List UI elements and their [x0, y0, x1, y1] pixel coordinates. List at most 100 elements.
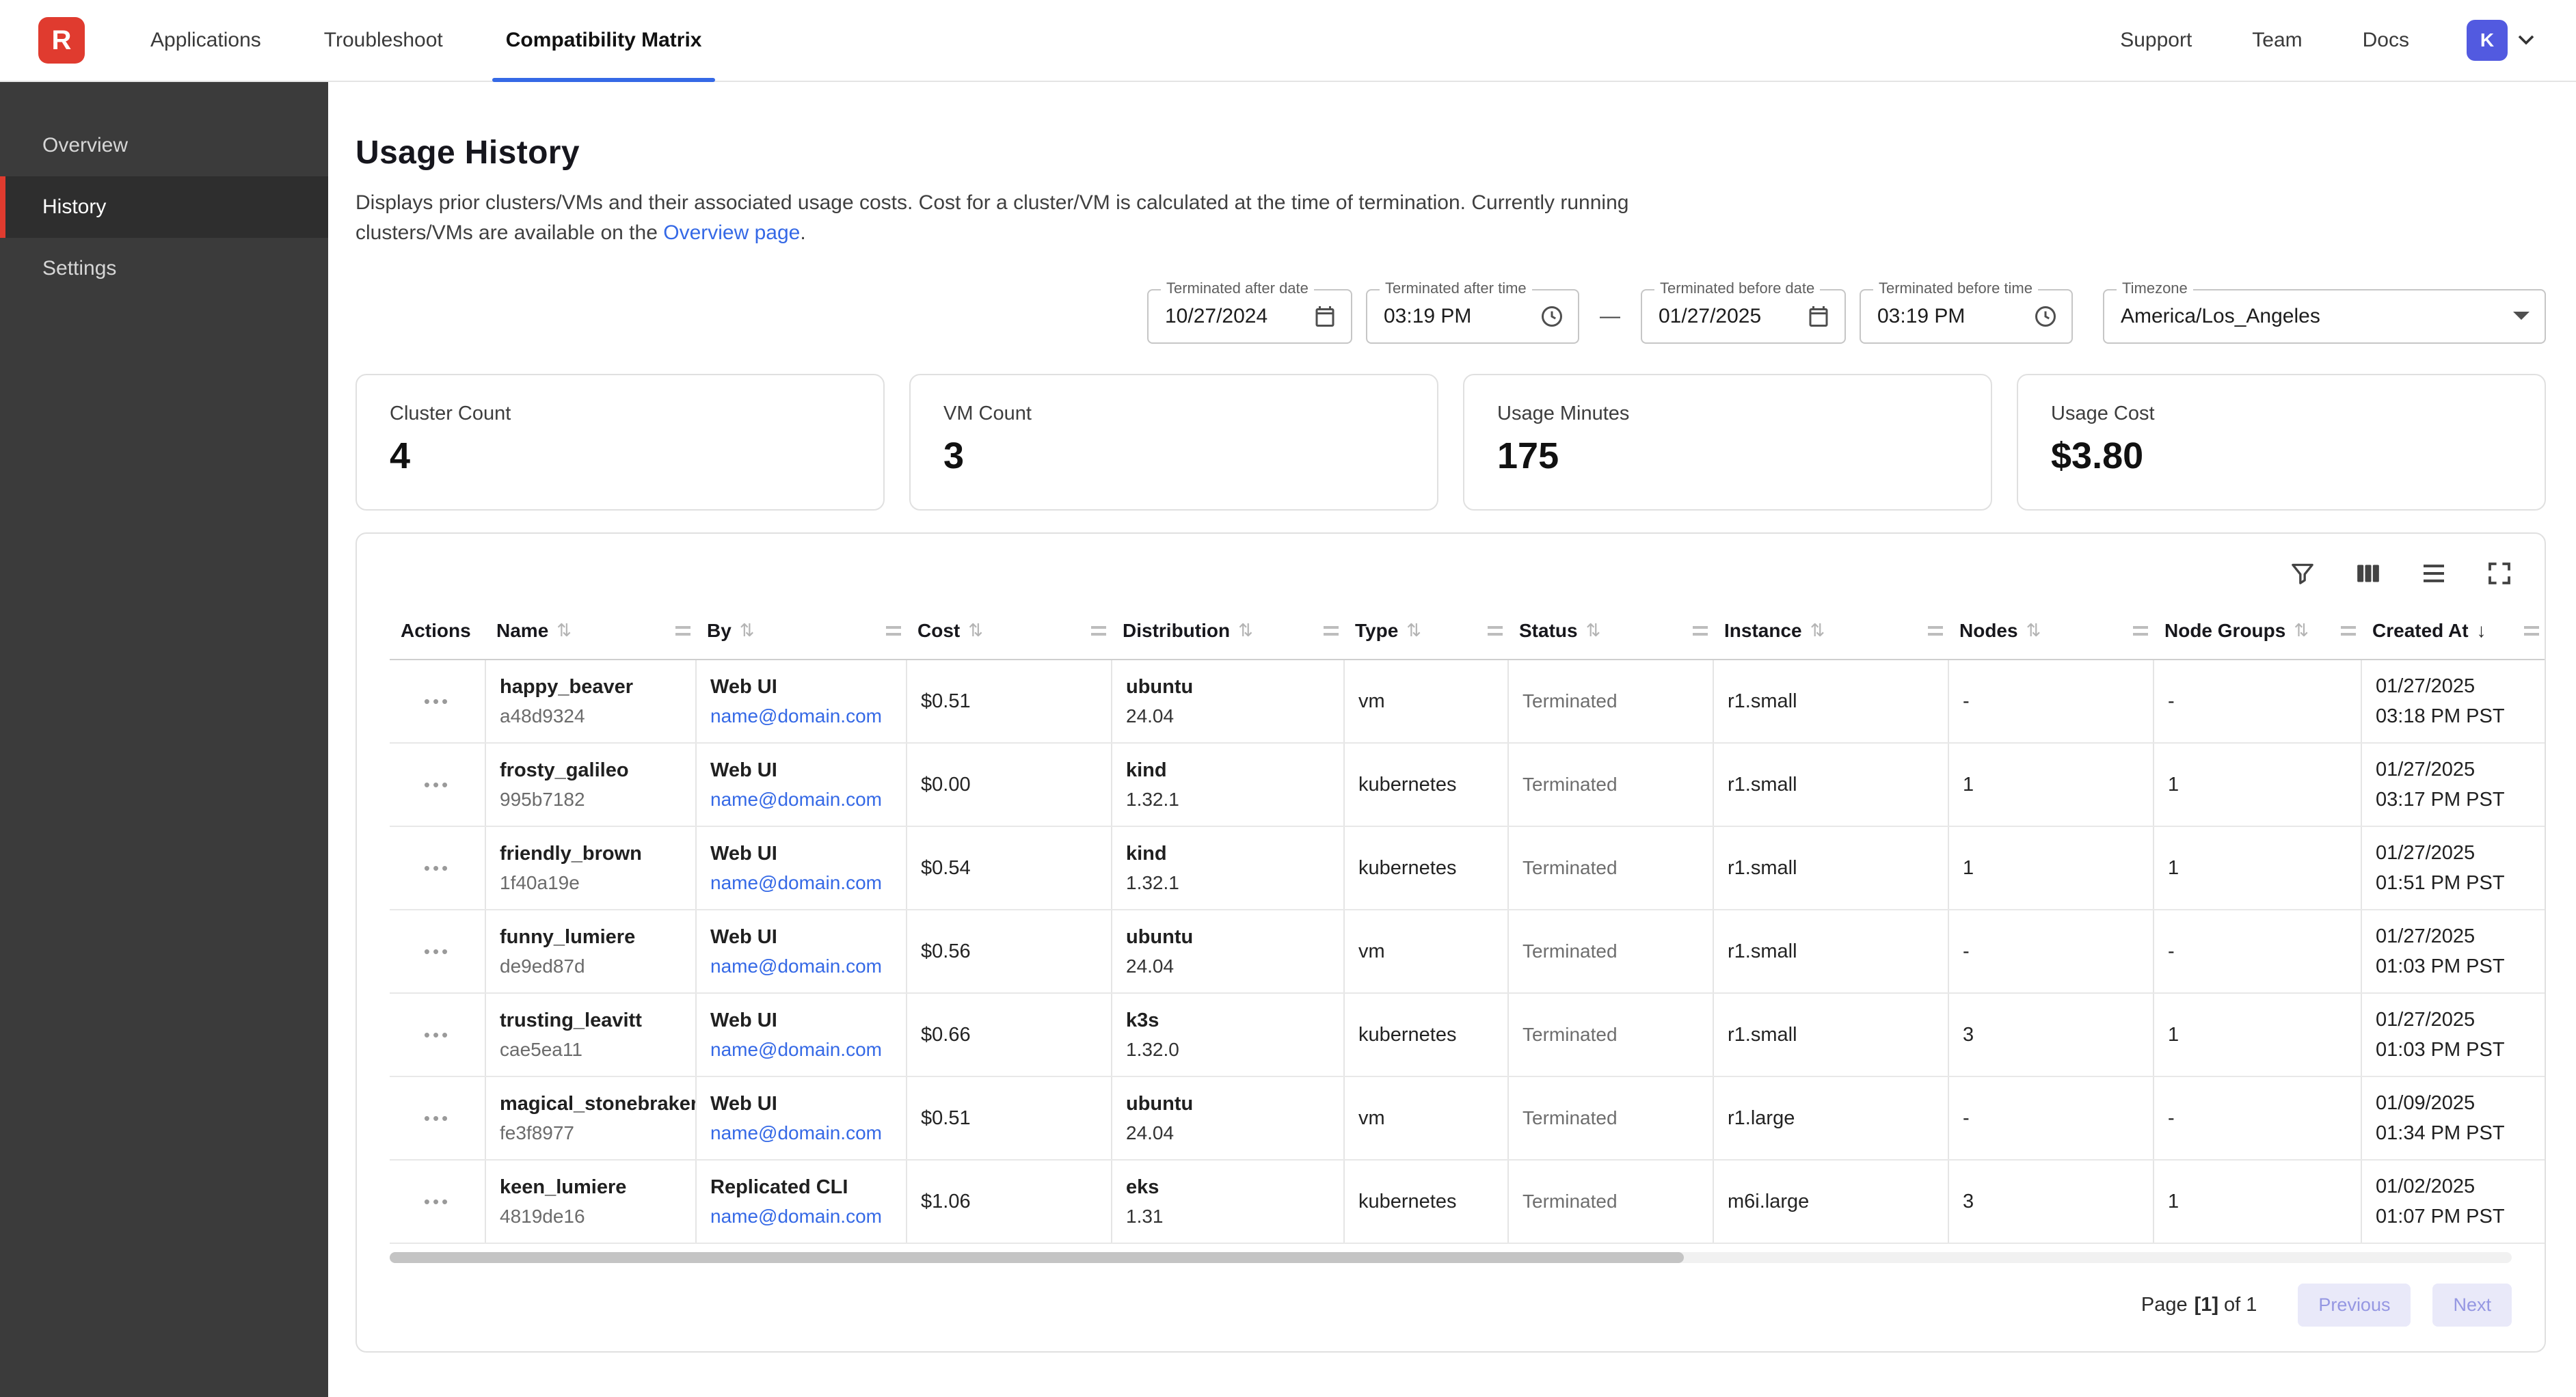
column-resize-handle[interactable] [1928, 626, 1943, 636]
fullscreen-icon[interactable] [2484, 558, 2514, 588]
timezone-value[interactable]: America/Los_Angeles [2121, 305, 2501, 328]
terminated-before-time-field[interactable]: Terminated before time 03:19 PM [1860, 289, 2073, 344]
column-resize-handle[interactable] [2341, 626, 2356, 636]
sort-icon[interactable]: ⇅ [740, 620, 755, 641]
sort-icon[interactable]: ⇅ [1406, 620, 1421, 641]
sort-icon[interactable]: ⇅ [556, 620, 572, 641]
col-header-type[interactable]: Type⇅ [1344, 602, 1508, 660]
filter-icon[interactable] [2287, 558, 2318, 588]
col-header-instance[interactable]: Instance⇅ [1713, 602, 1948, 660]
col-header-created-at[interactable]: Created At↓ [2361, 602, 2545, 660]
col-label: Status [1519, 620, 1578, 642]
col-header-node-groups[interactable]: Node Groups⇅ [2154, 602, 2361, 660]
creator-email-link[interactable]: name@domain.com [710, 1039, 882, 1060]
row-actions-menu-button[interactable]: ••• [424, 691, 451, 711]
col-header-status[interactable]: Status ⇅ [1508, 602, 1713, 660]
created-at-cell: 01/27/2025 01:51 PM PST [2361, 826, 2545, 910]
sort-icon[interactable]: ⇅ [1810, 620, 1825, 641]
distribution-version: 1.31 [1126, 1205, 1330, 1228]
col-header-distribution[interactable]: Distribution⇅ [1112, 602, 1344, 660]
chevron-down-icon[interactable] [2517, 34, 2535, 46]
density-icon[interactable] [2419, 558, 2449, 588]
col-header-cost[interactable]: Cost⇅ [907, 602, 1112, 660]
row-actions-menu-button[interactable]: ••• [424, 1191, 451, 1212]
row-actions-menu-button[interactable]: ••• [424, 941, 451, 962]
terminated-before-time-value[interactable]: 03:19 PM [1877, 305, 2022, 328]
row-actions-menu-button[interactable]: ••• [424, 858, 451, 878]
timezone-select[interactable]: Timezone America/Los_Angeles [2103, 289, 2546, 344]
avatar[interactable]: K [2467, 20, 2508, 61]
creator-email-link[interactable]: name@domain.com [710, 1206, 882, 1227]
creator-email-link[interactable]: name@domain.com [710, 872, 882, 893]
previous-button[interactable]: Previous [2298, 1284, 2411, 1327]
row-actions-menu-button[interactable]: ••• [424, 1108, 451, 1128]
horizontal-scrollbar[interactable] [390, 1252, 2512, 1263]
caret-down-icon[interactable] [2512, 310, 2531, 323]
table-row: ••• trusting_leavitt cae5ea11 Web UI nam… [390, 993, 2545, 1076]
nav-support[interactable]: Support [2120, 29, 2192, 52]
next-button[interactable]: Next [2432, 1284, 2512, 1327]
overview-page-link[interactable]: Overview page [663, 221, 800, 244]
calendar-icon[interactable] [1313, 304, 1337, 329]
row-actions-cell: ••• [390, 743, 485, 826]
column-resize-handle[interactable] [2524, 626, 2539, 636]
col-header-name[interactable]: Name⇅ [485, 602, 696, 660]
terminated-after-time-field[interactable]: Terminated after time 03:19 PM [1366, 289, 1579, 344]
creator-email-link[interactable]: name@domain.com [710, 705, 882, 727]
page-indicator: Page[1]of 1 [2141, 1294, 2257, 1316]
cost-cell: $0.00 [907, 743, 1112, 826]
row-actions-menu-button[interactable]: ••• [424, 1025, 451, 1045]
sort-icon[interactable]: ⇅ [2026, 620, 2041, 641]
nav-compatibility-matrix[interactable]: Compatibility Matrix [492, 0, 716, 81]
terminated-after-time-value[interactable]: 03:19 PM [1384, 305, 1529, 328]
terminated-before-date-value[interactable]: 01/27/2025 [1659, 305, 1795, 328]
nav-team[interactable]: Team [2252, 29, 2302, 52]
sort-desc-icon[interactable]: ↓ [2477, 620, 2486, 642]
distribution-name: ubuntu [1126, 675, 1330, 699]
column-resize-handle[interactable] [2133, 626, 2148, 636]
cluster-name: happy_beaver [500, 675, 682, 699]
nav-applications[interactable]: Applications [137, 0, 275, 81]
column-resize-handle[interactable] [1091, 626, 1106, 636]
sort-icon[interactable]: ⇅ [968, 620, 983, 641]
nav-troubleshoot[interactable]: Troubleshoot [310, 0, 457, 81]
stat-value: 175 [1497, 435, 1958, 477]
terminated-before-date-field[interactable]: Terminated before date 01/27/2025 [1641, 289, 1846, 344]
column-resize-handle[interactable] [1324, 626, 1339, 636]
created-by: Web UI [710, 1008, 892, 1033]
type-cell: vm [1344, 1076, 1508, 1160]
col-header-by[interactable]: By⇅ [696, 602, 907, 660]
cost-cell: $0.56 [907, 910, 1112, 993]
app-logo[interactable]: R [38, 17, 85, 64]
created-time: 03:17 PM PST [2376, 787, 2531, 812]
sort-icon[interactable]: ⇅ [1238, 620, 1253, 641]
col-label: Actions [401, 620, 471, 642]
column-resize-handle[interactable] [1488, 626, 1503, 636]
sidebar-item-overview[interactable]: Overview [0, 115, 328, 176]
sort-icon[interactable]: ⇅ [2294, 620, 2309, 641]
row-actions-menu-button[interactable]: ••• [424, 774, 451, 795]
calendar-icon[interactable] [1806, 304, 1831, 329]
nav-docs[interactable]: Docs [2363, 29, 2409, 52]
clock-icon[interactable] [2033, 304, 2058, 329]
terminated-after-date-field[interactable]: Terminated after date 10/27/2024 [1147, 289, 1352, 344]
node-groups-cell: 1 [2154, 826, 2361, 910]
clock-icon[interactable] [1540, 304, 1564, 329]
sidebar-item-history[interactable]: History [0, 176, 328, 238]
sort-icon[interactable]: ⇅ [1586, 620, 1601, 641]
distribution-version: 1.32.1 [1126, 788, 1330, 811]
cluster-id: 995b7182 [500, 788, 682, 811]
table-row: ••• happy_beaver a48d9324 Web UI name@do… [390, 660, 2545, 743]
creator-email-link[interactable]: name@domain.com [710, 1122, 882, 1143]
col-header-nodes[interactable]: Nodes⇅ [1948, 602, 2154, 660]
sidebar-item-settings[interactable]: Settings [0, 238, 328, 299]
created-time: 01:07 PM PST [2376, 1204, 2531, 1229]
creator-email-link[interactable]: name@domain.com [710, 955, 882, 977]
column-resize-handle[interactable] [675, 626, 690, 636]
creator-email-link[interactable]: name@domain.com [710, 789, 882, 810]
scrollbar-thumb[interactable] [390, 1252, 1684, 1263]
columns-icon[interactable] [2353, 558, 2383, 588]
column-resize-handle[interactable] [886, 626, 901, 636]
column-resize-handle[interactable] [1693, 626, 1708, 636]
terminated-after-date-value[interactable]: 10/27/2024 [1165, 305, 1302, 328]
